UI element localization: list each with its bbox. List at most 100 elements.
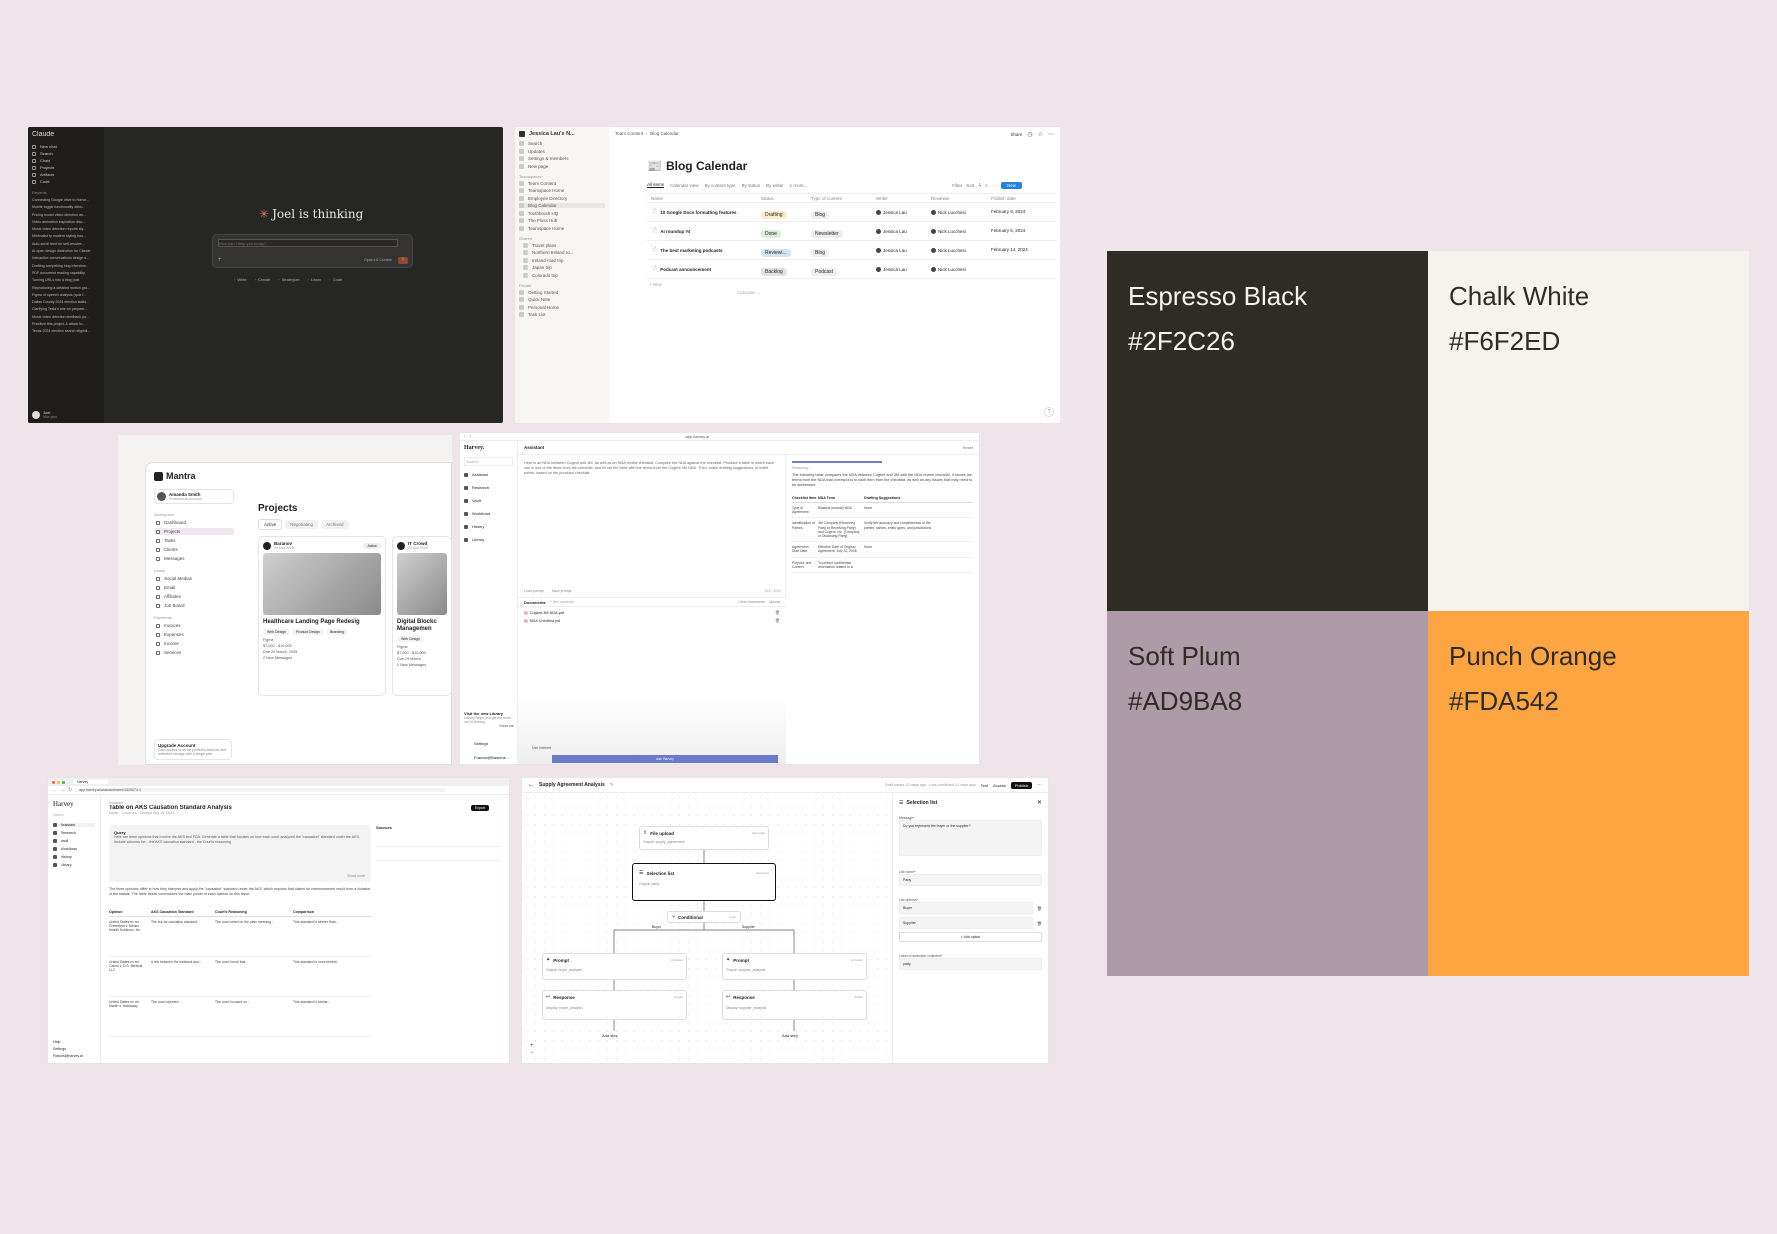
close-icon[interactable]: ✕ xyxy=(1037,799,1042,806)
more-icon[interactable]: ⋯ xyxy=(1048,131,1054,138)
upload-button[interactable]: Upload xyxy=(769,600,780,604)
chip-code[interactable]: ◦ Code xyxy=(329,277,342,282)
test-button[interactable]: Test xyxy=(981,783,988,788)
sidebar-item-clients[interactable]: Clients xyxy=(154,546,234,553)
view-tab-by-writer[interactable]: By writer xyxy=(766,183,784,188)
node-response-right[interactable]: ↩ Response Output Display: supplier_analysi… xyxy=(722,990,867,1020)
workspace-switcher[interactable]: Jessica Lau's N... xyxy=(519,131,605,137)
recent-chat[interactable]: Drafting compelling blog interview... xyxy=(32,264,100,268)
reset-button[interactable]: Reset xyxy=(963,445,973,450)
search-input[interactable]: Search xyxy=(464,457,513,466)
sidebar-item-teamspace-home[interactable]: Teamspace Home xyxy=(519,225,605,231)
user-email[interactable]: Francis@Baseme... xyxy=(474,755,509,760)
sidebar-item-colorado-trip[interactable]: Colorado trip xyxy=(519,272,605,278)
publish-button[interactable]: Publish xyxy=(1010,781,1032,789)
sidebar-item-settings-members[interactable]: Settings & members xyxy=(519,156,605,161)
workflow-canvas[interactable]: ⇪ File upload New input Output: supply_agr… xyxy=(522,793,892,1063)
chip-create[interactable]: ◦ Create xyxy=(255,277,270,282)
source-item[interactable] xyxy=(376,847,500,861)
new-button[interactable]: New xyxy=(1000,182,1022,189)
export-button[interactable]: Export xyxy=(470,805,489,811)
view-tab-by-content-type[interactable]: By content type xyxy=(705,183,736,188)
nav-research[interactable]: Research xyxy=(464,485,513,490)
column-header[interactable]: Status xyxy=(757,196,807,201)
sidebar-item-the-floss-hub[interactable]: The Floss Hub xyxy=(519,218,605,223)
nav-history[interactable]: History xyxy=(464,524,513,529)
recent-chat[interactable]: Figma of speech analysis (quiz f... xyxy=(32,293,100,297)
sidebar-item-blog-calendar[interactable]: Blog Calendar xyxy=(519,203,605,208)
sidebar-item-search[interactable]: Search xyxy=(519,141,605,146)
view-tab-all-items[interactable]: All items xyxy=(647,182,665,188)
footer-settings[interactable]: Settings xyxy=(53,1047,83,1051)
recent-chat[interactable]: Pricing model video direction an... xyxy=(32,213,100,217)
node-prompt-right[interactable]: ✦ Prompt AI Action Output: supplier_analysi… xyxy=(722,953,867,980)
use-internet-toggle[interactable]: Use Internet xyxy=(532,746,551,750)
recent-chat[interactable]: Prioritize this project & attack to... xyxy=(32,322,100,326)
sidebar-item-team-content[interactable]: Team Content xyxy=(519,180,605,186)
option-input[interactable]: Supplier xyxy=(899,917,1033,929)
tab-active[interactable]: Active xyxy=(258,519,283,530)
node-prompt-left[interactable]: ✦ Prompt AI Action Output: buyer_analysis xyxy=(542,953,687,980)
recent-chat[interactable]: Connecting Google drive to Harve... xyxy=(32,198,100,202)
sidebar-item-updates[interactable]: Updates xyxy=(519,148,605,154)
project-card[interactable]: IT Crowd 09 Mar 2025 Digital Blockc Manage… xyxy=(392,536,452,696)
clock-icon[interactable]: ◷ xyxy=(1027,131,1032,138)
forward-icon[interactable]: › xyxy=(470,434,472,440)
breadcrumb-team[interactable]: Team Content xyxy=(615,131,643,136)
prompt-panel[interactable]: Here is an NDA between Cogent and 3M, as… xyxy=(518,455,786,597)
sidebar-item-email[interactable]: Email xyxy=(154,584,234,591)
recent-chat[interactable]: Texas 2024 election search eligibili... xyxy=(32,329,100,333)
node-conditional[interactable]: ⑂ Conditional Logic xyxy=(667,911,741,923)
sidebar-item-projects[interactable]: Projects xyxy=(154,528,234,535)
sidebar-item-teamspace-home[interactable]: Teamspace Home xyxy=(519,188,605,193)
footer-help[interactable]: Help xyxy=(53,1040,83,1044)
document-item[interactable]: ▤ NDA Checklist.pdf 🗑 xyxy=(524,618,780,623)
table-row[interactable]: 📄 The best marketing podcasts Reviewi... Bl… xyxy=(647,241,1057,260)
recent-chat[interactable]: Minimalist ty modern styling boo... xyxy=(32,234,100,238)
sidebar-item-social-medias[interactable]: Social Medias xyxy=(154,575,234,582)
clear-documents-button[interactable]: Clear documents xyxy=(738,600,764,604)
label-input[interactable]: party xyxy=(899,958,1042,970)
sidebar-item-expenses[interactable]: Expenses xyxy=(154,631,234,638)
trash-icon[interactable]: 🗑 xyxy=(775,610,780,615)
save-prompt-button[interactable]: Save prompt xyxy=(552,589,572,593)
recent-chat[interactable]: PDF document reading capability xyxy=(32,271,100,275)
view-tab-by-status[interactable]: By status xyxy=(742,183,761,188)
add-step-button[interactable]: Add step xyxy=(602,1033,618,1038)
nav-workflows[interactable]: Workflows xyxy=(53,847,95,851)
more-icon[interactable]: ⋯ xyxy=(1037,782,1042,788)
new-row-button[interactable]: + New xyxy=(647,279,1057,290)
recent-chat[interactable]: AI open design distinction for Claude xyxy=(32,249,100,253)
sidebar-item-messages[interactable]: Messages xyxy=(154,555,234,562)
sort-button[interactable]: Sort xyxy=(966,183,974,188)
close-dot[interactable] xyxy=(52,780,55,784)
table-row[interactable]: 📄 Podcast announcement Backlog Podcast Jessi… xyxy=(647,260,1057,279)
trash-icon[interactable]: 🗑 xyxy=(1037,921,1042,926)
send-icon[interactable]: ↑ xyxy=(398,257,408,264)
claude-brand[interactable]: Claude xyxy=(32,131,100,138)
project-card[interactable]: Baranov 09 Mar 2025 Active Healthcare Landi… xyxy=(258,536,386,696)
sidebar-item-income[interactable]: Income xyxy=(154,640,234,647)
more-icon[interactable]: ⋯ xyxy=(992,183,997,189)
column-header[interactable]: Publish date xyxy=(987,196,1042,201)
sidebar-item-dashboard[interactable]: Dashboard xyxy=(154,519,234,526)
filter-button[interactable]: Filter xyxy=(952,183,962,188)
column-header[interactable]: Reviewer xyxy=(927,196,987,201)
back-icon[interactable]: ← xyxy=(52,787,57,793)
recent-chat[interactable]: Mobile toggle functionality debu... xyxy=(32,205,100,209)
sidebar-item-toothbrush-hq[interactable]: Toothbrush HQ xyxy=(519,210,605,216)
sidebar-item-travel-plans[interactable]: Travel plans xyxy=(519,242,605,248)
option-input[interactable]: Buyer xyxy=(899,902,1033,914)
chip-write[interactable]: ◦ Write xyxy=(234,277,247,282)
zoom-controls[interactable]: + − xyxy=(530,1043,534,1057)
browser-tab[interactable]: Harvey xyxy=(73,780,109,784)
url-bar[interactable]: app.harvey.ai xyxy=(685,434,709,439)
table-row[interactable]: 📄 10 Google Docs formatting features Draft… xyxy=(647,203,1057,222)
node-response-left[interactable]: ↩ Response Output Display: buyer_analysis xyxy=(542,990,687,1020)
upgrade-card[interactable]: Upgrade Account Gain access to all the p… xyxy=(154,739,232,760)
nav-library[interactable]: Library xyxy=(53,863,95,867)
add-option-button[interactable]: + Add option xyxy=(899,932,1042,942)
recent-chat[interactable]: Clarifying Tesla's role on prepare... xyxy=(32,307,100,311)
sidebar-item-getting-started[interactable]: Getting Started xyxy=(519,289,605,295)
recent-chat[interactable]: Video animation inspiration disc... xyxy=(32,220,100,224)
